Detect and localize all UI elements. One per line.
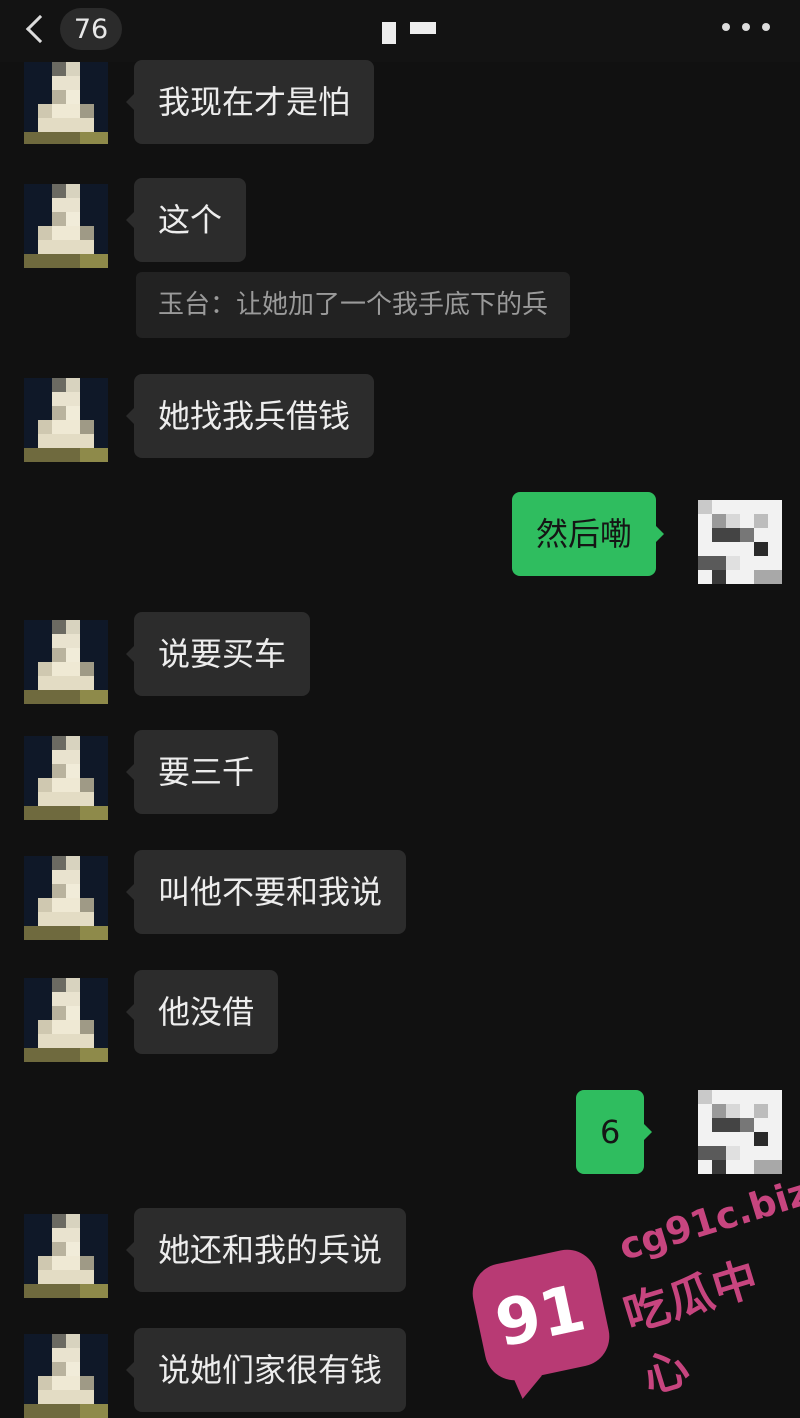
message-bubble[interactable]: 叫他不要和我说 xyxy=(125,850,407,934)
self-avatar[interactable] xyxy=(698,500,782,584)
message-bubble[interactable]: 说她们家很有钱 xyxy=(125,1328,407,1412)
self-avatar[interactable] xyxy=(698,1090,782,1174)
quoted-message[interactable]: 玉台：让她加了一个我手底下的兵 xyxy=(136,272,571,338)
chat-title-redacted xyxy=(382,16,442,48)
message-bubble[interactable]: 他没借 xyxy=(125,970,279,1054)
unread-count-badge: 76 xyxy=(60,8,122,50)
chat-header: 76 xyxy=(0,0,800,62)
more-options-button[interactable] xyxy=(722,12,770,42)
dot-icon xyxy=(742,23,750,31)
contact-avatar[interactable] xyxy=(24,1334,108,1418)
site-watermark: 91 cg91c.biz 吃瓜中心 xyxy=(467,1168,800,1404)
back-button[interactable]: 76 xyxy=(18,6,122,52)
contact-avatar[interactable] xyxy=(24,1214,108,1298)
message-bubble[interactable]: 6 xyxy=(576,1090,653,1174)
chevron-left-icon xyxy=(25,14,55,44)
message-bubble[interactable]: 然后嘞 xyxy=(512,492,665,576)
contact-avatar[interactable] xyxy=(24,978,108,1062)
message-bubble[interactable]: 我现在才是怕 xyxy=(125,60,375,144)
contact-avatar[interactable] xyxy=(24,184,108,268)
dot-icon xyxy=(722,23,730,31)
message-bubble[interactable]: 说要买车 xyxy=(125,612,311,696)
message-bubble[interactable]: 她还和我的兵说 xyxy=(125,1208,407,1292)
contact-avatar[interactable] xyxy=(24,62,108,144)
contact-avatar[interactable] xyxy=(24,620,108,704)
message-bubble[interactable]: 她找我兵借钱 xyxy=(125,374,375,458)
dot-icon xyxy=(762,23,770,31)
message-bubble[interactable]: 这个 xyxy=(125,178,247,262)
message-bubble[interactable]: 要三千 xyxy=(125,730,279,814)
contact-avatar[interactable] xyxy=(24,856,108,940)
contact-avatar[interactable] xyxy=(24,736,108,820)
contact-avatar[interactable] xyxy=(24,378,108,462)
